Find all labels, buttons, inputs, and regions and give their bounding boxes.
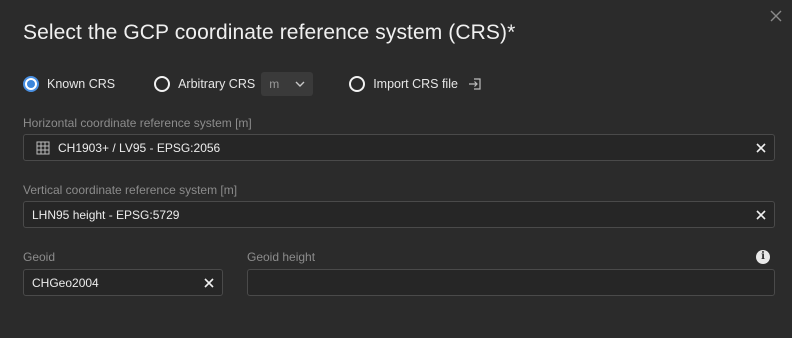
- close-icon[interactable]: [769, 9, 783, 23]
- info-icon[interactable]: i: [756, 250, 770, 264]
- import-crs-label: Import CRS file: [373, 77, 458, 91]
- geoid-height-label: Geoid height: [247, 250, 316, 264]
- horizontal-crs-clear-button[interactable]: [748, 136, 774, 160]
- horizontal-crs-label: Horizontal coordinate reference system […: [23, 116, 252, 130]
- radio-unchecked-icon: [349, 76, 366, 92]
- chevron-down-icon: [295, 81, 305, 87]
- geoid-clear-button[interactable]: [196, 271, 222, 295]
- close-icon: [756, 142, 766, 153]
- horizontal-crs-field[interactable]: CH1903+ / LV95 - EPSG:2056: [23, 134, 775, 161]
- arbitrary-crs-radio[interactable]: Arbitrary CRS: [154, 76, 255, 92]
- unit-select[interactable]: m: [261, 72, 314, 96]
- arbitrary-crs-label: Arbitrary CRS: [178, 77, 256, 91]
- crs-type-options: Known CRS Arbitrary CRS m Import CRS fil…: [23, 71, 482, 97]
- known-crs-label: Known CRS: [47, 77, 116, 91]
- close-icon: [756, 209, 766, 220]
- radio-unchecked-icon: [154, 76, 171, 92]
- import-icon[interactable]: [468, 77, 482, 91]
- unit-select-value: m: [269, 77, 280, 91]
- radio-checked-icon: [23, 76, 39, 92]
- vertical-crs-clear-button[interactable]: [748, 203, 774, 227]
- geoid-field[interactable]: CHGeo2004: [23, 269, 223, 296]
- vertical-crs-field[interactable]: LHN95 height - EPSG:5729: [23, 201, 775, 228]
- geoid-height-field[interactable]: [247, 269, 775, 296]
- vertical-crs-label: Vertical coordinate reference system [m]: [23, 183, 238, 197]
- horizontal-crs-value: CH1903+ / LV95 - EPSG:2056: [58, 140, 221, 155]
- import-crs-radio[interactable]: Import CRS file: [349, 76, 458, 92]
- grid-icon: [36, 141, 50, 154]
- crs-dialog: Select the GCP coordinate reference syst…: [0, 0, 792, 338]
- known-crs-radio[interactable]: Known CRS: [23, 76, 115, 92]
- vertical-crs-value: LHN95 height - EPSG:5729: [32, 207, 180, 222]
- close-icon: [204, 277, 214, 288]
- dialog-title: Select the GCP coordinate reference syst…: [23, 21, 516, 44]
- geoid-label: Geoid: [23, 250, 56, 264]
- geoid-value: CHGeo2004: [32, 275, 99, 290]
